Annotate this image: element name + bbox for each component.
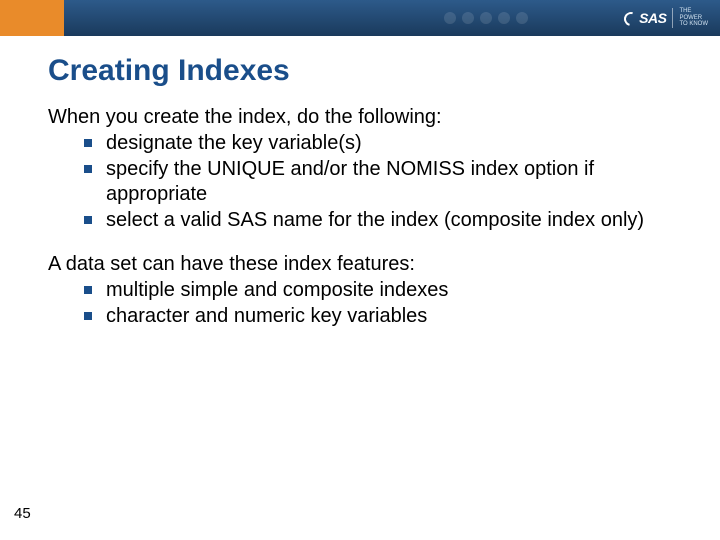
bullet-list: multiple simple and composite indexes ch… bbox=[48, 278, 672, 329]
tagline-line: TO KNOW bbox=[679, 21, 708, 28]
bullet-list: designate the key variable(s) specify th… bbox=[48, 131, 672, 233]
logo-divider bbox=[672, 8, 673, 28]
dot-icon bbox=[462, 12, 474, 24]
dot-icon bbox=[444, 12, 456, 24]
tagline-line: POWER bbox=[679, 15, 708, 22]
tagline-line: THE bbox=[679, 8, 708, 15]
decorative-dots bbox=[444, 12, 528, 24]
list-item: select a valid SAS name for the index (c… bbox=[84, 208, 672, 233]
section-lead: A data set can have these index features… bbox=[48, 253, 672, 276]
list-item: character and numeric key variables bbox=[84, 304, 672, 329]
dot-icon bbox=[516, 12, 528, 24]
page-number: 45 bbox=[14, 505, 31, 522]
slide-title: Creating Indexes bbox=[48, 54, 672, 88]
list-item: specify the UNIQUE and/or the NOMISS ind… bbox=[84, 157, 672, 207]
logo-area: SAS THE POWER TO KNOW bbox=[623, 8, 708, 28]
dot-icon bbox=[498, 12, 510, 24]
accent-block bbox=[0, 0, 64, 36]
dot-icon bbox=[480, 12, 492, 24]
list-item: designate the key variable(s) bbox=[84, 131, 672, 156]
header-bar: SAS THE POWER TO KNOW bbox=[0, 0, 720, 36]
logo-tagline: THE POWER TO KNOW bbox=[679, 8, 708, 28]
section-lead: When you create the index, do the follow… bbox=[48, 106, 672, 129]
sas-logo: SAS bbox=[623, 10, 666, 26]
sas-swoosh-icon bbox=[623, 11, 637, 25]
logo-text: SAS bbox=[639, 10, 666, 26]
slide-content: Creating Indexes When you create the ind… bbox=[0, 36, 720, 329]
list-item: multiple simple and composite indexes bbox=[84, 278, 672, 303]
title-bar: SAS THE POWER TO KNOW bbox=[64, 0, 720, 36]
